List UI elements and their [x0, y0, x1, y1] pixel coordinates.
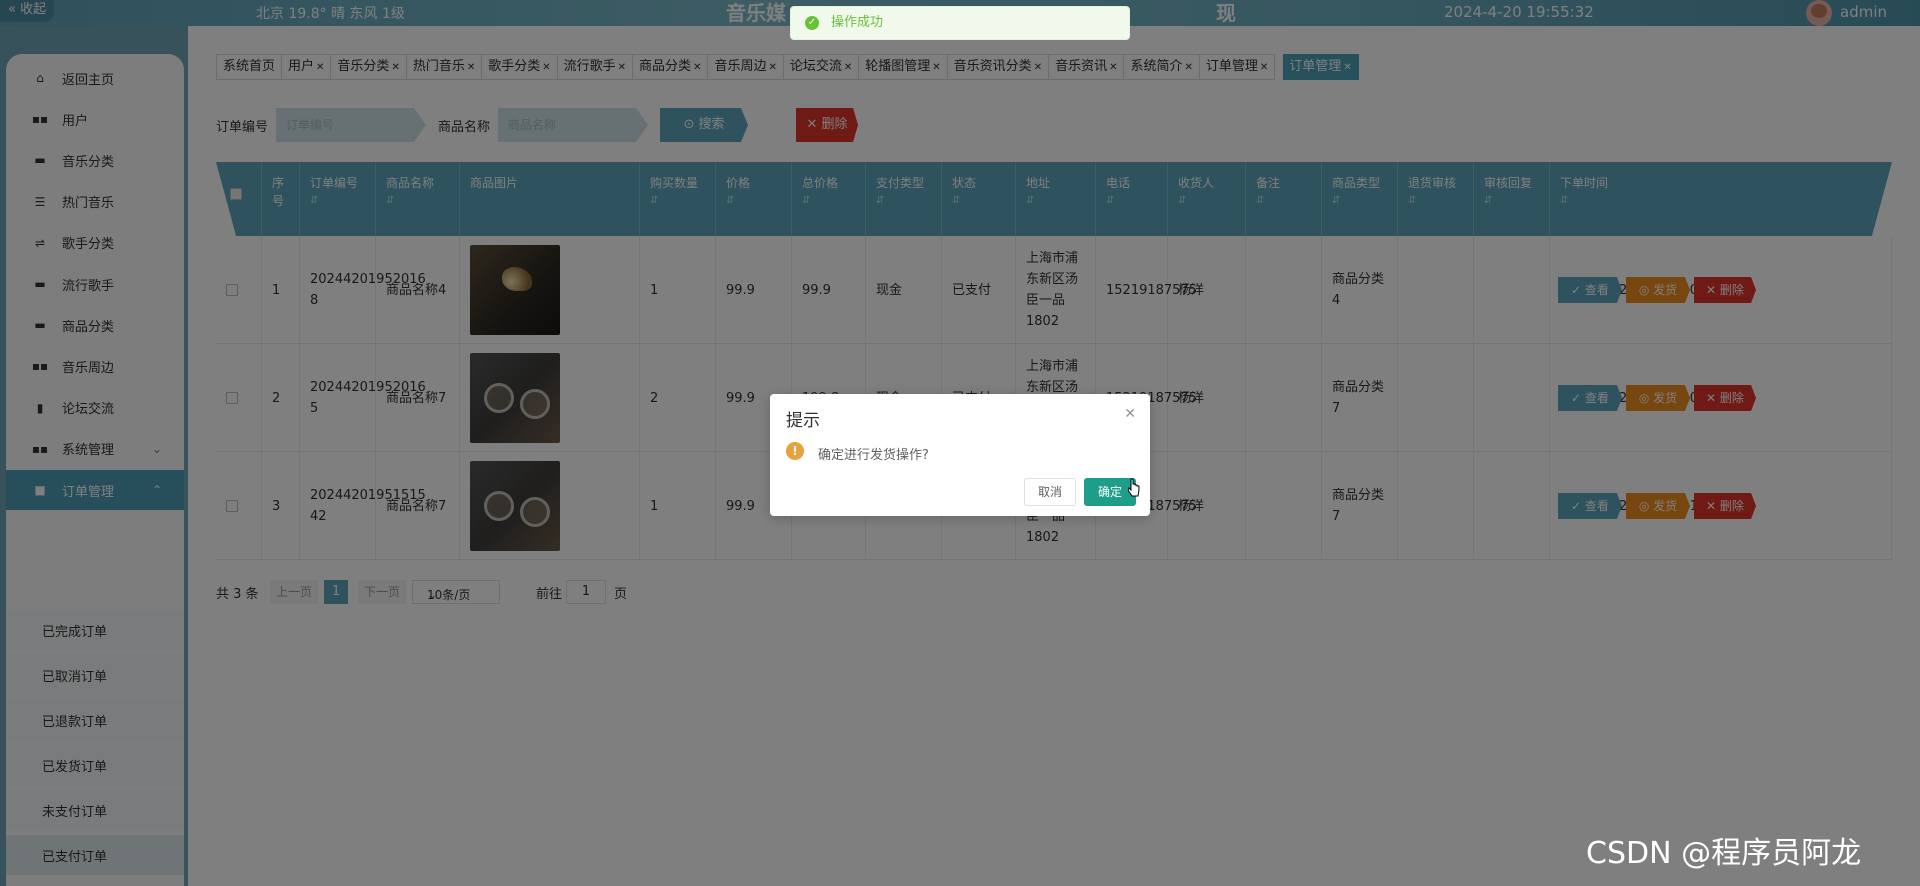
confirm-dialog: 提示 ✕ ! 确定进行发货操作? 取消 确定: [770, 394, 1150, 516]
dialog-title: 提示: [786, 411, 820, 431]
warning-icon: !: [786, 442, 804, 460]
dialog-message: 确定进行发货操作?: [818, 448, 929, 463]
success-toast: ✓ 操作成功: [790, 6, 1130, 40]
toast-message: 操作成功: [831, 15, 884, 30]
cancel-button[interactable]: 取消: [1024, 478, 1076, 506]
close-icon[interactable]: ✕: [1124, 406, 1136, 422]
check-icon: ✓: [805, 16, 819, 30]
hand-cursor-icon: [1128, 478, 1140, 497]
watermark: CSDN @程序员阿龙: [1586, 836, 1862, 871]
